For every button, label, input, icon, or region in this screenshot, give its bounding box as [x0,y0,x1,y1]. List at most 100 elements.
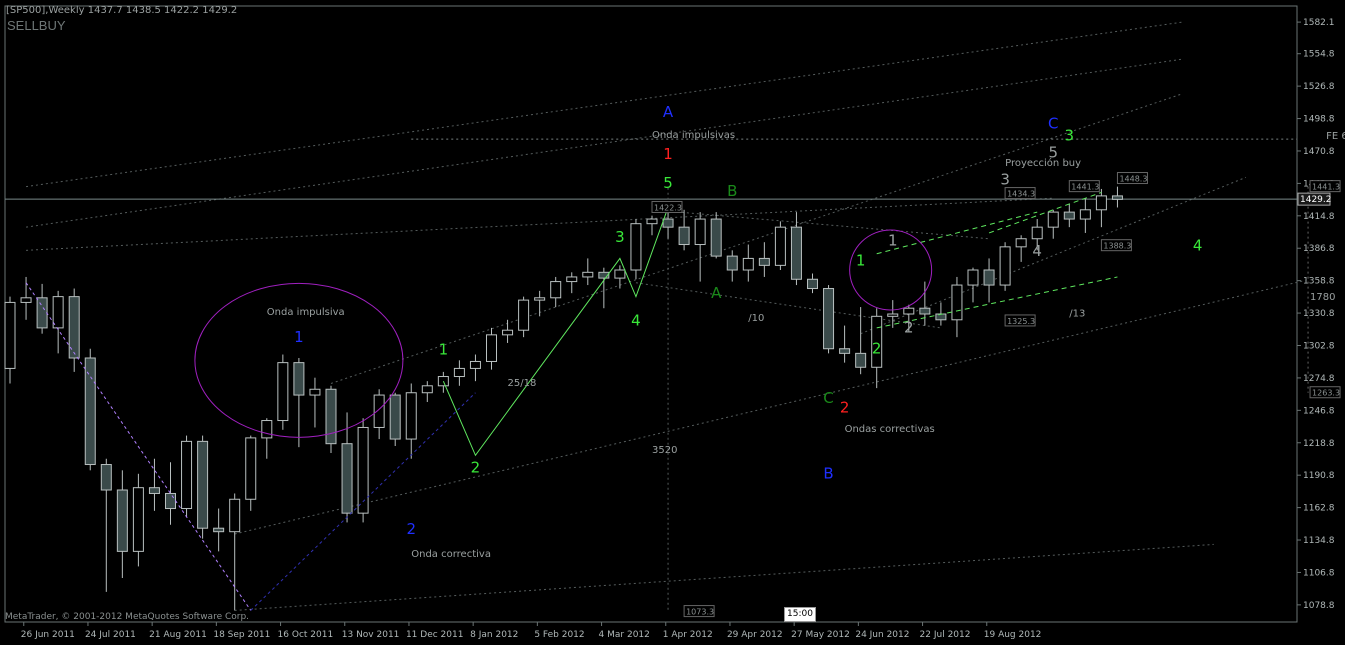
annotation-text: /13 [1069,308,1085,319]
wave-label: A [711,284,722,302]
y-tick-label: 1554.8 [1303,50,1335,60]
candle-body [469,360,481,369]
y-tick-label: 1246.8 [1303,406,1335,416]
candle-body [630,223,642,271]
indicator-label: SELLBUY [7,18,66,33]
candle-body [502,329,514,336]
wave-label: B [823,464,833,482]
annotation-text: FE 61.8 [1326,131,1345,142]
candle-body [534,297,546,301]
y-tick-label: 1498.8 [1303,115,1335,125]
wave-label: B [727,182,737,200]
price-box-label: 1441.3 [1071,183,1099,192]
wave-label: 1 [439,341,449,359]
candle-body [935,313,947,321]
candle-body [951,284,963,321]
candle-body [213,527,225,533]
annotation-text: 3520 [652,445,677,456]
x-tick-label: 16 Oct 2011 [278,630,334,640]
x-tick-label: 27 May 2012 [791,630,850,640]
candle-body [373,394,385,428]
candle-body [967,269,979,286]
candle-body [389,394,401,440]
candle-body [277,362,289,422]
candle-body [807,278,818,290]
candle-body [1063,211,1075,220]
candle-body [229,498,241,533]
candle-body [261,420,273,439]
candle-body [116,489,128,552]
y-tick-label: 1190.8 [1303,471,1335,481]
y-tick-label: 1106.8 [1303,568,1335,578]
wave-label: 5 [1048,144,1058,162]
candle-body [903,307,915,315]
wave-label: 2 [872,339,882,357]
candle-body [1015,238,1027,248]
projection-line [26,197,1054,251]
x-tick-label: 8 Jan 2012 [470,630,518,640]
candle-body [518,299,530,331]
y-tick-label: 1162.8 [1303,504,1335,514]
candle-body [421,385,433,394]
candle-body [405,392,417,440]
x-tick-label: 4 Mar 2012 [599,630,650,640]
x-tick-label: 13 Nov 2011 [342,630,400,640]
x-tick-label: 11 Dec 2011 [406,630,464,640]
candle-body [1111,195,1123,200]
wave-label: 1 [888,232,898,250]
x-tick-label: 29 Apr 2012 [727,630,783,640]
wave-label: C [1048,115,1058,133]
candle-body [100,464,112,491]
candle-body [325,388,337,445]
price-box-label: 1441.3 [1312,183,1340,192]
price-chart[interactable]: 1582.11554.81526.81498.81470.81442.81414… [0,0,1345,645]
wave-label: 4 [1032,242,1042,260]
y-tick-label: 1218.8 [1303,439,1335,449]
annotation-text: Onda correctiva [411,549,491,560]
candle-body [357,426,369,514]
candle-body [582,271,594,278]
candle-body [710,218,722,257]
candle-body [566,276,578,283]
wave-label: 3 [1065,126,1075,144]
price-box-label: 1448.3 [1119,175,1147,184]
wave-label: 2 [406,520,416,538]
wave-label: 3 [1000,170,1010,188]
candle-body [758,257,770,266]
candle-body [68,296,80,359]
candle-body [341,443,353,514]
candle-body [132,487,144,552]
wave-label: 4 [1193,236,1203,254]
candle-body [550,281,562,299]
candle-body [293,362,305,396]
price-box-label: 1263.3 [1312,389,1340,398]
wave-label: 2 [840,398,850,416]
price-box-label: 1325.3 [1007,317,1035,326]
wave-label: A [663,103,674,121]
candle-body [919,307,931,315]
candle-body [646,218,658,225]
symbol-header: [SP500],Weekly 1437.7 1438.5 1422.2 1429… [6,5,238,16]
channel-line [876,211,1038,255]
x-tick-label: 1 Apr 2012 [663,630,713,640]
projection-line [25,58,1182,228]
price-box-label: 1422.3 [654,203,682,212]
y-tick-label: 1582.1 [1303,18,1335,28]
annotation-text: 25/18 [508,378,537,389]
copyright-text: MetaTrader, © 2001-2012 MetaQuotes Softw… [5,612,250,622]
candle-body [4,301,16,369]
plot-frame [4,5,1298,623]
x-tick-label: 21 Aug 2011 [149,630,207,640]
wave-label: 3 [615,228,625,246]
candle-body [983,269,995,286]
x-tick-label: 24 Jun 2012 [855,630,909,640]
projection-line [635,282,941,329]
annotation-text: /10 [748,313,764,324]
candle-body [839,348,851,354]
candle-body [84,357,96,466]
price-box-label: 1073.3 [686,608,714,617]
candle-body [614,269,626,279]
annotation-text: Onda impulsivas [652,130,735,141]
candle-body [245,437,257,500]
wave-label: 4 [631,312,641,330]
